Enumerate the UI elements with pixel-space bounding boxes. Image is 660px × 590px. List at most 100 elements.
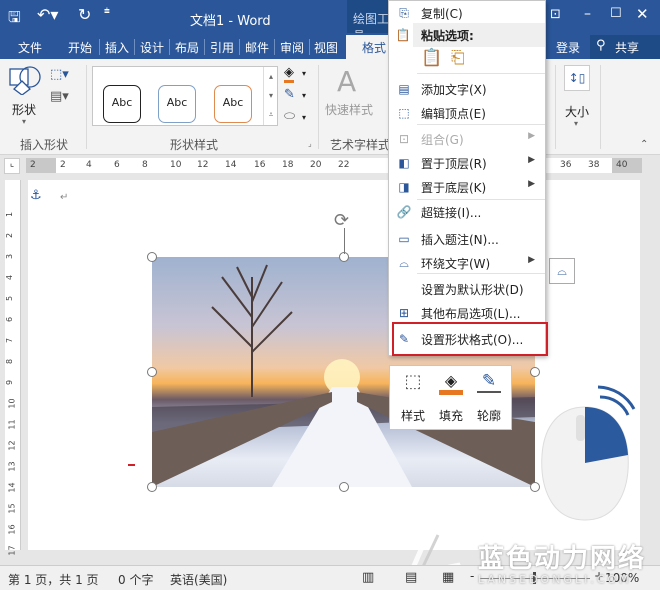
edit-shape-icon[interactable]: ⬚▾ xyxy=(50,67,69,82)
web-layout-icon[interactable]: ▦ xyxy=(442,570,454,585)
resize-handle-w[interactable] xyxy=(147,367,157,377)
hyperlink-icon: 🔗 xyxy=(396,205,412,219)
collapse-ribbon-icon[interactable]: ⌃ xyxy=(640,139,648,150)
resize-handle-sw[interactable] xyxy=(147,482,157,492)
size-button[interactable]: ↕▯ 大小 ▾ xyxy=(562,65,594,131)
context-menu-item[interactable]: ⌓ 环绕文字(W) ▶ xyxy=(389,251,545,275)
tab-review[interactable]: 审阅 xyxy=(280,39,304,56)
tab-layout[interactable]: 布局 xyxy=(175,39,199,56)
paste-keep-formatting-icon[interactable]: 📋 xyxy=(421,48,445,72)
context-menu-item[interactable]: 🔗 超链接(I)... xyxy=(389,200,545,224)
customize-qat-icon[interactable]: ⩧ xyxy=(104,6,110,17)
ribbon: 形状 ▾ ⬚▾ ▤▾ 插入形状 Abc Abc Abc ▴ ▾ ⩡ ◈ ▾ ✎ ▾ ⬭ ▾… xyxy=(0,59,660,155)
mini-fill-button[interactable]: ◈ 填充 xyxy=(432,371,470,427)
context-menu-item[interactable]: ⊡ 组合(G) ▶ xyxy=(389,127,545,151)
context-menu-item[interactable]: ⎘ 复制(C) xyxy=(389,1,545,25)
shape-styles-gallery: Abc Abc Abc ▴ ▾ ⩡ xyxy=(92,66,278,126)
tab-file[interactable]: 文件 xyxy=(18,39,42,56)
context-menu-item[interactable]: ▭ 插入题注(N)... xyxy=(389,227,545,251)
tab-home[interactable]: 开始 xyxy=(68,39,92,56)
ruler-tick-label: 40 xyxy=(616,160,628,170)
shapes-icon xyxy=(9,66,41,96)
style-brush-icon: ⬚ xyxy=(404,371,422,392)
mini-outline-button[interactable]: ✎ 轮廓 xyxy=(470,371,508,427)
zoom-slider-thumb[interactable] xyxy=(533,572,536,584)
resize-handle-e[interactable] xyxy=(530,367,540,377)
undo-icon[interactable]: ↶▾ xyxy=(37,5,58,24)
ruler-tick-label: 8 xyxy=(142,160,148,170)
menu-separator xyxy=(417,73,545,74)
ruler-tick-label: 20 xyxy=(310,160,322,170)
context-menu-item[interactable]: ◨ 置于底层(K) ▶ xyxy=(389,175,545,199)
submenu-arrow-icon: ▶ xyxy=(528,155,535,165)
shape-fill-icon[interactable]: ◈ xyxy=(284,65,294,83)
shapes-button[interactable]: 形状 ▾ xyxy=(8,65,44,129)
print-layout-icon[interactable]: ▤ xyxy=(405,570,417,585)
context-menu-item[interactable]: ⊞ 其他布局选项(L)... xyxy=(389,301,545,325)
horizontal-ruler[interactable]: ⌞ 2 2 4 6 8 10 12 14 16 18 20 22 36 38 40 xyxy=(0,155,660,177)
layout-icon: ⊞ xyxy=(398,306,410,320)
add-text-icon: ▤ xyxy=(398,82,410,96)
style-sample-blue[interactable]: Abc xyxy=(158,85,196,123)
ruler-tick-label: 36 xyxy=(560,160,572,170)
ruler-tick-label: 14 xyxy=(7,482,17,493)
tab-view[interactable]: 视图 xyxy=(314,39,338,56)
tab-insert[interactable]: 插入 xyxy=(105,39,129,56)
style-sample-orange[interactable]: Abc xyxy=(214,85,252,123)
ribbon-display-icon[interactable]: ⊡ xyxy=(550,7,561,22)
dialog-launcher-icon[interactable]: ⌟ xyxy=(308,139,312,148)
tab-references[interactable]: 引用 xyxy=(210,39,234,56)
paragraph-mark: ↵ xyxy=(60,192,69,203)
ruler-tick-label: 18 xyxy=(282,160,294,170)
text-box-icon[interactable]: ▤▾ xyxy=(50,89,69,104)
word-count[interactable]: 0 个字 xyxy=(118,571,153,588)
blank-icon xyxy=(396,281,412,297)
ruler-tick-label: 6 xyxy=(5,316,15,323)
context-menu-item[interactable]: ◧ 置于顶层(R) ▶ xyxy=(389,151,545,175)
login-link[interactable]: 登录 xyxy=(556,39,580,56)
redo-icon[interactable]: ↻ xyxy=(78,5,91,24)
wordart-icon: A xyxy=(337,65,357,98)
ruler-tick-label: 4 xyxy=(5,274,15,281)
outline-pen-icon: ✎ xyxy=(477,371,501,393)
person-icon: ⚲ xyxy=(596,38,606,53)
rotate-handle-icon[interactable]: ⟳ xyxy=(334,210,349,231)
context-menu-item[interactable]: ▤ 添加文字(X) xyxy=(389,77,545,101)
language-indicator[interactable]: 英语(美国) xyxy=(170,571,227,588)
vertical-ruler[interactable]: 1 2 3 4 5 6 7 8 9 10 11 12 13 14 15 16 17 xyxy=(5,180,21,556)
tab-mailings[interactable]: 邮件 xyxy=(245,39,269,56)
ruler-tick-label: 5 xyxy=(5,295,15,302)
gallery-scroll[interactable]: ▴ ▾ ⩡ xyxy=(263,67,278,125)
save-icon[interactable]: 🖫 xyxy=(8,7,21,32)
quick-styles-button[interactable]: A 快速样式 xyxy=(325,65,380,131)
zoom-level[interactable]: 100% xyxy=(605,571,639,585)
context-menu-item[interactable]: 设置为默认形状(D) xyxy=(389,277,545,301)
style-sample-black[interactable]: Abc xyxy=(103,85,141,123)
context-menu-item[interactable]: ✎ 设置形状格式(O)... xyxy=(392,322,548,356)
shape-effects-icon[interactable]: ⬭ xyxy=(284,109,295,124)
paste-picture-icon[interactable]: ⎗ xyxy=(451,48,475,72)
tab-format[interactable]: 格式 xyxy=(346,35,392,59)
tab-selector[interactable]: ⌞ xyxy=(4,158,20,174)
mini-style-button[interactable]: ⬚ 样式 xyxy=(394,371,432,427)
read-mode-icon[interactable]: ▥ xyxy=(362,570,374,585)
page-count[interactable]: 第 1 页，共 1 页 xyxy=(8,571,99,588)
document-title: 文档1 - Word xyxy=(190,14,271,29)
zoom-out-icon[interactable]: - xyxy=(470,569,474,583)
layout-options-button[interactable]: ⌓ xyxy=(549,258,575,284)
submenu-arrow-icon: ▶ xyxy=(528,255,535,265)
minimize-icon[interactable]: – xyxy=(584,6,591,22)
resize-handle-s[interactable] xyxy=(339,482,349,492)
ruler-tick-label: 3 xyxy=(5,253,15,260)
tab-design[interactable]: 设计 xyxy=(140,39,164,56)
zoom-in-icon[interactable]: + xyxy=(594,569,604,583)
shape-outline-icon[interactable]: ✎ xyxy=(284,87,295,102)
ruler-tick-label: 13 xyxy=(7,461,17,472)
resize-handle-nw[interactable] xyxy=(147,252,157,262)
status-bar: 第 1 页，共 1 页 0 个字 英语(美国) ▥ ▤ ▦ - + 100% xyxy=(0,565,660,590)
context-menu-item[interactable]: ⬚ 编辑顶点(E) xyxy=(389,101,545,125)
mouse-illustration xyxy=(541,385,636,521)
maximize-icon[interactable]: ☐ xyxy=(610,6,622,21)
share-button[interactable]: ⚲ 共享 xyxy=(590,35,660,59)
close-icon[interactable]: ✕ xyxy=(636,5,649,23)
